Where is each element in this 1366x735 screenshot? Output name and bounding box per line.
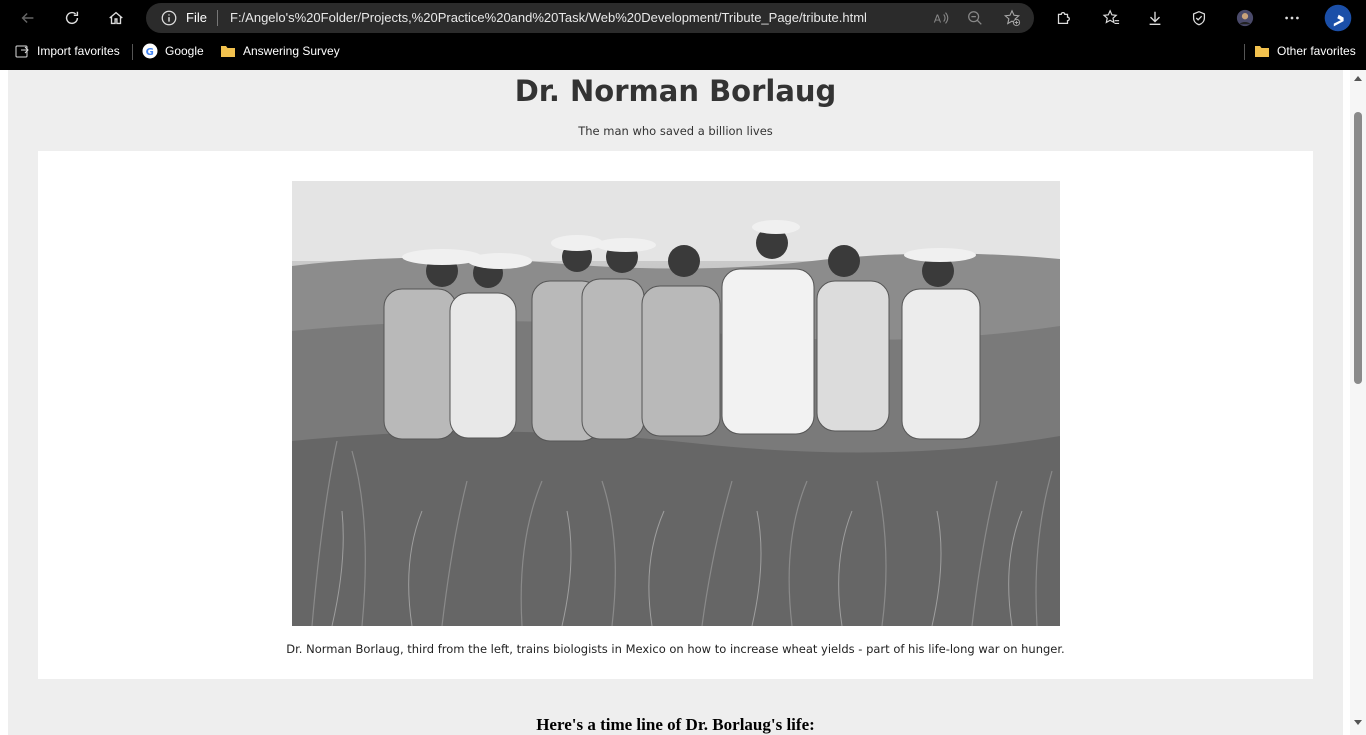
bookmark-other-favorites[interactable]: Other favorites bbox=[1254, 43, 1356, 59]
favorites-icon bbox=[1102, 9, 1120, 24]
avatar-icon bbox=[1236, 9, 1254, 27]
import-icon bbox=[15, 45, 29, 58]
tribute-main: Dr. Norman Borlaug The man who saved a b… bbox=[8, 70, 1343, 735]
back-arrow-icon bbox=[21, 12, 34, 24]
zoom-out-icon[interactable] bbox=[966, 9, 984, 27]
bookmark-import-favorites[interactable]: Import favorites bbox=[14, 43, 120, 59]
page-title: Dr. Norman Borlaug bbox=[514, 74, 837, 108]
address-separator bbox=[217, 10, 218, 26]
img-div: Dr. Norman Borlaug, third from the left,… bbox=[38, 151, 1313, 679]
favorites-bar: Import favorites G Google Answering Surv… bbox=[0, 36, 1366, 68]
page-scrollbar[interactable] bbox=[1350, 70, 1366, 735]
home-button[interactable] bbox=[102, 4, 130, 32]
add-favorite-icon[interactable] bbox=[1003, 9, 1021, 27]
info-icon[interactable] bbox=[160, 9, 178, 27]
google-icon: G bbox=[142, 43, 158, 59]
address-url[interactable]: F:/Angelo's%20Folder/Projects,%20Practic… bbox=[230, 10, 867, 25]
browser-essentials-button[interactable] bbox=[1185, 4, 1213, 32]
home-icon bbox=[109, 11, 123, 25]
read-aloud-icon[interactable]: A bbox=[932, 9, 950, 27]
favorites-button[interactable] bbox=[1097, 4, 1125, 32]
bookmark-separator bbox=[132, 44, 133, 60]
download-icon bbox=[1149, 11, 1161, 25]
puzzle-icon bbox=[1057, 11, 1070, 25]
heart-shield-icon bbox=[1192, 11, 1206, 26]
svg-text:G: G bbox=[146, 47, 154, 58]
scrollbar-thumb[interactable] bbox=[1354, 112, 1362, 384]
address-bar[interactable]: File F:/Angelo's%20Folder/Projects,%20Pr… bbox=[146, 3, 1034, 33]
bookmark-google[interactable]: G Google bbox=[142, 43, 204, 59]
back-button[interactable] bbox=[14, 4, 42, 32]
img-caption: Dr. Norman Borlaug, third from the left,… bbox=[286, 642, 1065, 656]
downloads-button[interactable] bbox=[1141, 4, 1169, 32]
refresh-icon bbox=[65, 11, 79, 25]
bookmark-label: Other favorites bbox=[1277, 44, 1356, 58]
bookmark-label: Import favorites bbox=[37, 44, 120, 58]
wheat-field-photo bbox=[292, 181, 1060, 626]
svg-text:A: A bbox=[934, 13, 942, 26]
page-subtitle: The man who saved a billion lives bbox=[578, 124, 773, 138]
more-dots-icon bbox=[1285, 16, 1299, 20]
address-prefix: File bbox=[186, 10, 207, 25]
bing-icon bbox=[1324, 4, 1352, 32]
scroll-up-arrow-icon[interactable] bbox=[1354, 76, 1362, 81]
page-viewport: Dr. Norman Borlaug The man who saved a b… bbox=[0, 70, 1366, 735]
bookmark-label: Google bbox=[165, 44, 204, 58]
scroll-down-arrow-icon[interactable] bbox=[1354, 720, 1362, 725]
folder-icon bbox=[1255, 46, 1269, 57]
timeline-heading: Here's a time line of Dr. Borlaug's life… bbox=[536, 715, 815, 734]
folder-icon bbox=[221, 46, 235, 57]
bookmark-answering-survey[interactable]: Answering Survey bbox=[220, 43, 340, 59]
profile-button[interactable] bbox=[1231, 4, 1259, 32]
settings-more-button[interactable] bbox=[1278, 4, 1306, 32]
browser-toolbar: File F:/Angelo's%20Folder/Projects,%20Pr… bbox=[0, 0, 1366, 36]
refresh-button[interactable] bbox=[58, 4, 86, 32]
bookmark-label: Answering Survey bbox=[243, 44, 340, 58]
bookmark-separator bbox=[1244, 44, 1245, 60]
bing-button[interactable] bbox=[1322, 2, 1354, 34]
tribute-image bbox=[292, 181, 1060, 626]
extensions-button[interactable] bbox=[1049, 4, 1077, 32]
